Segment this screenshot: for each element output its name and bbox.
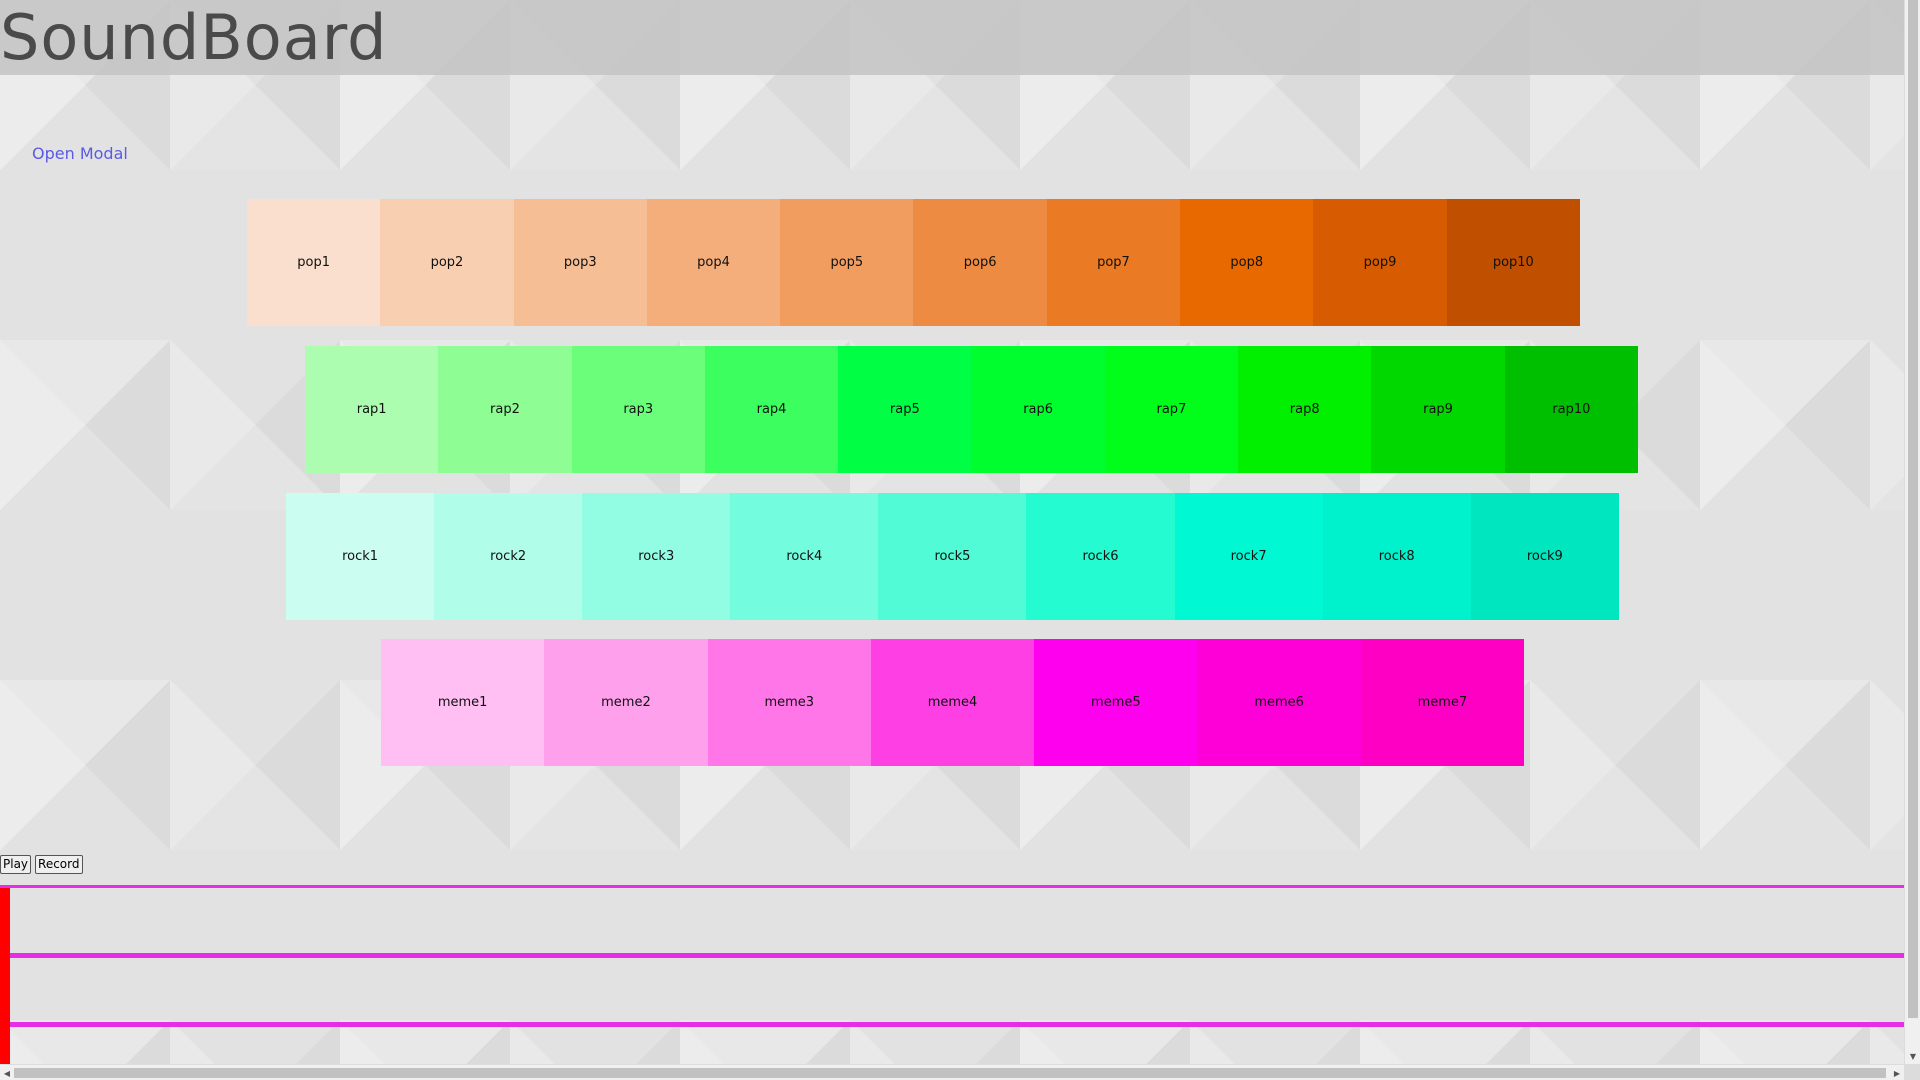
sound-pad-rock-3[interactable]: rock3 bbox=[582, 493, 731, 620]
sound-pad-rap-2[interactable]: rap2 bbox=[438, 346, 572, 473]
record-button[interactable]: Record bbox=[35, 855, 83, 874]
sound-pad-rock-2[interactable]: rock2 bbox=[434, 493, 583, 620]
sound-pad-pop-4[interactable]: pop4 bbox=[646, 199, 781, 326]
scroll-right-arrow-icon[interactable]: ▶ bbox=[1890, 1065, 1904, 1080]
sound-pad-rock-5[interactable]: rock5 bbox=[878, 493, 1027, 620]
horizontal-scrollbar[interactable]: ◀ ▶ bbox=[0, 1064, 1904, 1080]
sound-pad-rap-8[interactable]: rap8 bbox=[1238, 346, 1372, 473]
scroll-down-arrow-icon[interactable]: ▼ bbox=[1905, 1048, 1920, 1064]
track-line-2[interactable] bbox=[0, 953, 1904, 958]
sound-pad-pop-5[interactable]: pop5 bbox=[780, 199, 914, 326]
sound-pad-pop-1[interactable]: pop1 bbox=[247, 199, 381, 326]
vertical-scrollbar[interactable]: ▼ bbox=[1904, 0, 1920, 1064]
page-title: SoundBoard bbox=[0, 1, 388, 74]
sound-pad-pop-7[interactable]: pop7 bbox=[1046, 199, 1181, 326]
sound-pad-rock-4[interactable]: rock4 bbox=[730, 493, 879, 620]
play-button[interactable]: Play bbox=[0, 855, 32, 874]
sound-pad-pop-9[interactable]: pop9 bbox=[1313, 199, 1447, 326]
sound-pad-rap-6[interactable]: rap6 bbox=[971, 346, 1105, 473]
header-bar: SoundBoard bbox=[0, 0, 1904, 75]
pad-row-meme: meme1 meme2 meme3 meme4 meme5 meme6 meme7 bbox=[381, 639, 1525, 766]
vertical-scroll-thumb[interactable] bbox=[1908, 0, 1918, 1018]
sound-pad-rap-7[interactable]: rap7 bbox=[1104, 346, 1239, 473]
sound-pad-meme-2[interactable]: meme2 bbox=[544, 639, 708, 766]
track-line-1[interactable] bbox=[0, 885, 1904, 888]
pad-row-pop: pop1 pop2 pop3 pop4 pop5 pop6 pop7 pop8 pop9 pop1… bbox=[247, 199, 1580, 326]
sound-pad-pop-6[interactable]: pop6 bbox=[913, 199, 1047, 326]
sound-pad-pop-10[interactable]: pop10 bbox=[1446, 199, 1580, 326]
transport-controls: Play Record bbox=[0, 855, 83, 874]
scroll-left-arrow-icon[interactable]: ◀ bbox=[0, 1065, 14, 1080]
sound-pad-rap-10[interactable]: rap10 bbox=[1504, 346, 1638, 473]
pad-row-rap: rap1 rap2 rap3 rap4 rap5 rap6 rap7 rap8 rap9 rap1… bbox=[305, 346, 1638, 473]
scrollbar-corner bbox=[1904, 1064, 1920, 1080]
sound-pad-rock-1[interactable]: rock1 bbox=[286, 493, 435, 620]
sound-pad-rock-6[interactable]: rock6 bbox=[1026, 493, 1175, 620]
sound-pad-meme-6[interactable]: meme6 bbox=[1197, 639, 1361, 766]
sound-pad-rock-7[interactable]: rock7 bbox=[1174, 493, 1323, 620]
sound-pad-rap-3[interactable]: rap3 bbox=[571, 346, 705, 473]
sound-pad-rap-9[interactable]: rap9 bbox=[1371, 346, 1505, 473]
sound-pad-rap-5[interactable]: rap5 bbox=[838, 346, 972, 473]
pad-row-rock: rock1 rock2 rock3 rock4 rock5 rock6 rock7 rock8… bbox=[286, 493, 1619, 620]
sound-pad-rap-1[interactable]: rap1 bbox=[305, 346, 439, 473]
sound-pad-meme-4[interactable]: meme4 bbox=[870, 639, 1035, 766]
playhead-marker[interactable] bbox=[0, 888, 10, 1064]
track-line-3[interactable] bbox=[0, 1022, 1904, 1027]
sound-pad-meme-1[interactable]: meme1 bbox=[381, 639, 545, 766]
open-modal-link[interactable]: Open Modal bbox=[32, 144, 128, 163]
sound-pad-rock-9[interactable]: rock9 bbox=[1470, 493, 1619, 620]
app-viewport: SoundBoard Open Modal pop1 pop2 pop3 pop4 po… bbox=[0, 0, 1904, 1064]
sound-pad-pop-2[interactable]: pop2 bbox=[380, 199, 514, 326]
sound-pad-meme-3[interactable]: meme3 bbox=[707, 639, 871, 766]
sound-pad-meme-5[interactable]: meme5 bbox=[1034, 639, 1198, 766]
sound-pad-pop-8[interactable]: pop8 bbox=[1180, 199, 1314, 326]
sound-pad-pop-3[interactable]: pop3 bbox=[513, 199, 647, 326]
sound-pad-meme-7[interactable]: meme7 bbox=[1360, 639, 1525, 766]
sound-pad-rap-4[interactable]: rap4 bbox=[704, 346, 839, 473]
horizontal-scroll-thumb[interactable] bbox=[14, 1068, 1886, 1078]
sound-pad-rock-8[interactable]: rock8 bbox=[1322, 493, 1471, 620]
